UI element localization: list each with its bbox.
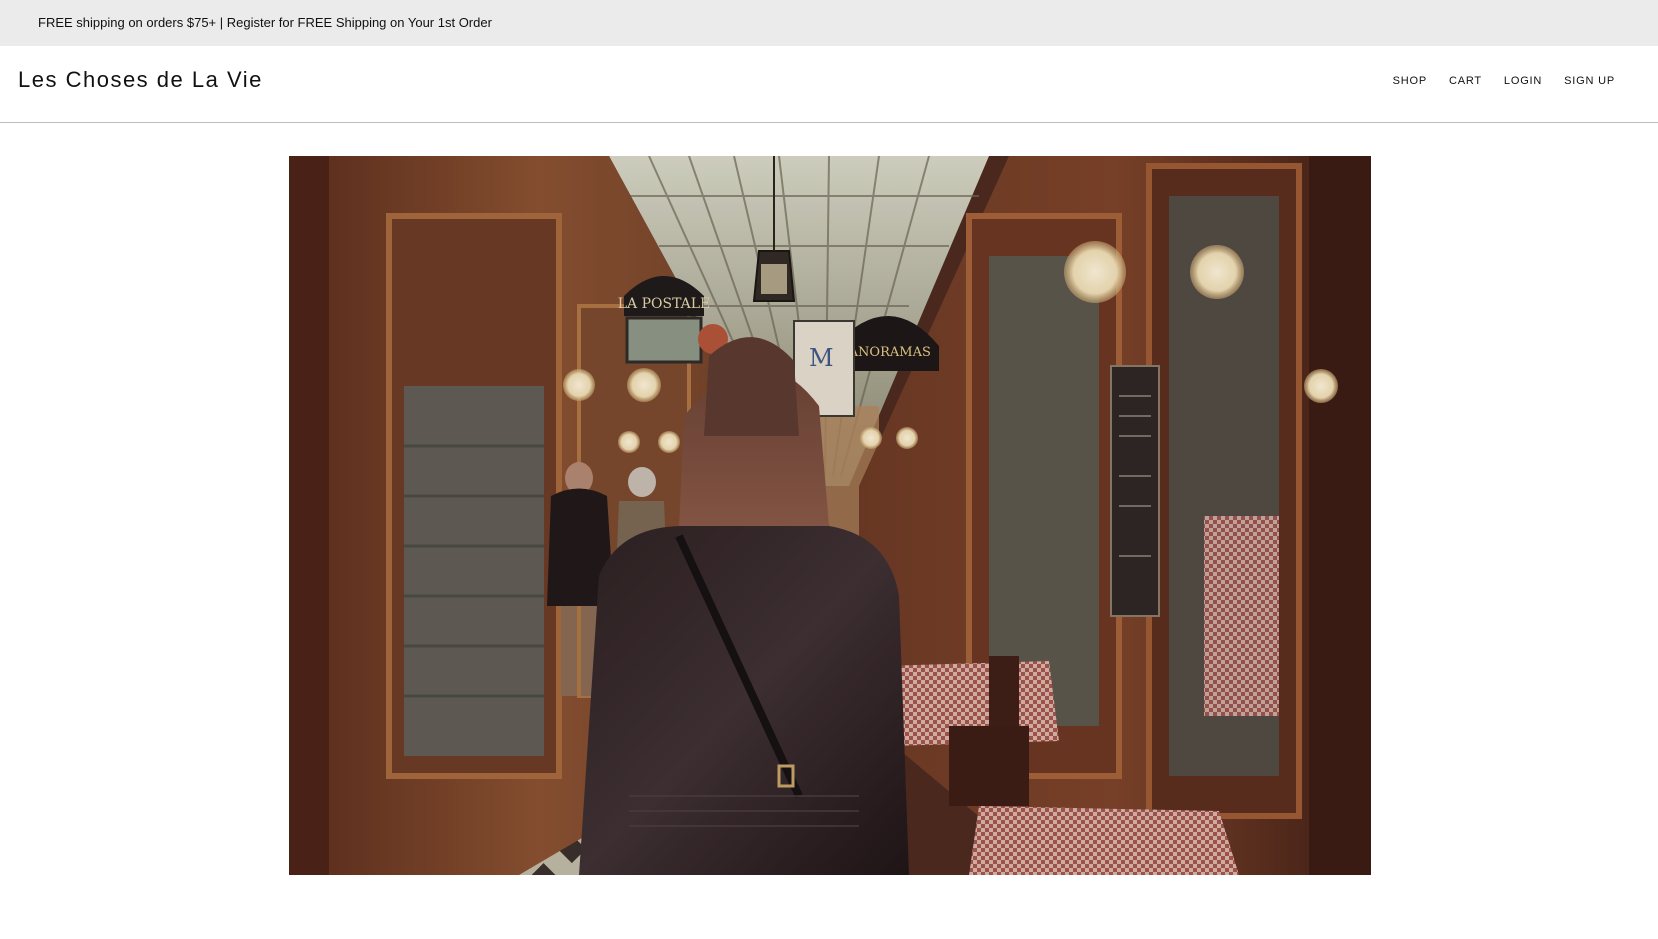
site-logo[interactable]: Les Choses de La Vie <box>18 67 263 93</box>
main-nav: SHOP CART LOGIN SIGN UP <box>1393 75 1615 87</box>
site-header: Les Choses de La Vie SHOP CART LOGIN SIG… <box>0 46 1658 123</box>
nav-cart[interactable]: CART <box>1449 75 1482 87</box>
hero-image: LA POSTALE PANORAMAS M <box>289 156 1371 875</box>
announcement-bar: FREE shipping on orders $75+ | Register … <box>0 0 1658 46</box>
nav-login[interactable]: LOGIN <box>1504 75 1542 87</box>
nav-sign-up[interactable]: SIGN UP <box>1564 75 1615 87</box>
hero-photo: LA POSTALE PANORAMAS M <box>289 156 1371 875</box>
nav-shop[interactable]: SHOP <box>1393 75 1427 87</box>
announcement-text: FREE shipping on orders $75+ | Register … <box>38 15 492 30</box>
